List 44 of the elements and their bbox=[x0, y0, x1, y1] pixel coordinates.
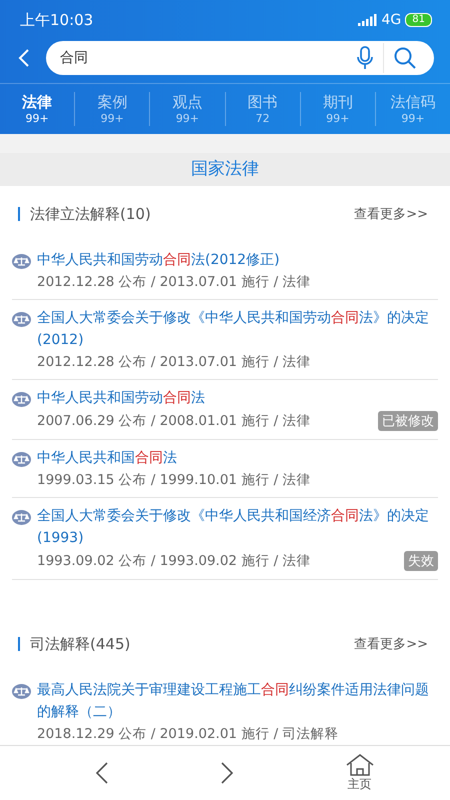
section-marker bbox=[18, 637, 20, 651]
scales-icon bbox=[12, 312, 31, 327]
document-title-link[interactable]: 全国人大常委会关于修改《中华人民共和国经济合同法》的决定(1993) bbox=[37, 505, 438, 549]
search-input[interactable]: 合同 bbox=[58, 49, 347, 67]
category-tab[interactable]: 案例 99+ bbox=[75, 93, 150, 125]
document-meta: 2012.12.28 公布 / 2013.07.01 施行 / 法律 bbox=[37, 353, 310, 371]
category-tab[interactable]: 图书 72 bbox=[226, 93, 300, 125]
scales-icon bbox=[12, 510, 31, 525]
document-title-link[interactable]: 中华人民共和国合同法 bbox=[37, 447, 438, 469]
battery-indicator: 81 bbox=[405, 13, 432, 27]
status-tag: 失效 bbox=[404, 551, 438, 571]
section-marker bbox=[18, 207, 20, 221]
see-more-link[interactable]: 查看更多>> bbox=[354, 635, 428, 653]
category-tab[interactable]: 法律 99+ bbox=[0, 93, 74, 125]
document-meta: 2012.12.28 公布 / 2013.07.01 施行 / 法律 bbox=[37, 273, 310, 291]
status-time: 上午10:03 bbox=[20, 10, 94, 30]
document-title-link[interactable]: 最高人民法院关于审理建设工程施工合同纠纷案件适用法律问题的解释（二） bbox=[37, 679, 438, 723]
document-title-link[interactable]: 中华人民共和国劳动合同法 bbox=[37, 387, 438, 409]
category-tab[interactable]: 期刊 99+ bbox=[300, 93, 375, 125]
home-button[interactable]: 主页 bbox=[344, 754, 375, 792]
next-icon[interactable] bbox=[220, 762, 234, 784]
document-meta: 2007.06.29 公布 / 2008.01.01 施行 / 法律 bbox=[37, 412, 310, 430]
scales-icon bbox=[12, 392, 31, 407]
search-field[interactable]: 合同 bbox=[46, 41, 434, 75]
document-title-link[interactable]: 全国人大常委会关于修改《中华人民共和国劳动合同法》的决定(2012) bbox=[37, 307, 438, 351]
category-heading: 国家法律 bbox=[0, 153, 450, 186]
section-title: 法律立法解释(10) bbox=[30, 204, 152, 224]
back-icon[interactable] bbox=[18, 49, 30, 67]
status-tag: 已被修改 bbox=[378, 411, 438, 431]
document-title-link[interactable]: 中华人民共和国劳动合同法(2012修正) bbox=[37, 249, 438, 271]
search-icon[interactable] bbox=[394, 47, 416, 69]
scales-icon bbox=[12, 452, 31, 467]
document-meta: 1999.03.15 公布 / 1999.10.01 施行 / 法律 bbox=[37, 471, 310, 489]
signal-icon bbox=[358, 14, 378, 26]
scales-icon bbox=[12, 684, 31, 699]
see-more-link[interactable]: 查看更多>> bbox=[354, 205, 428, 223]
document-meta: 2018.12.29 公布 / 2019.02.01 施行 / 司法解释 bbox=[37, 725, 338, 743]
previous-icon[interactable] bbox=[95, 762, 110, 784]
microphone-icon[interactable] bbox=[357, 46, 373, 70]
network-label: 4G bbox=[382, 12, 402, 28]
document-meta: 1993.09.02 公布 / 1993.09.02 施行 / 法律 bbox=[37, 552, 310, 570]
category-tab[interactable]: 观点 99+ bbox=[150, 93, 225, 125]
section-title: 司法解释(445) bbox=[30, 634, 132, 654]
scales-icon bbox=[12, 254, 31, 269]
